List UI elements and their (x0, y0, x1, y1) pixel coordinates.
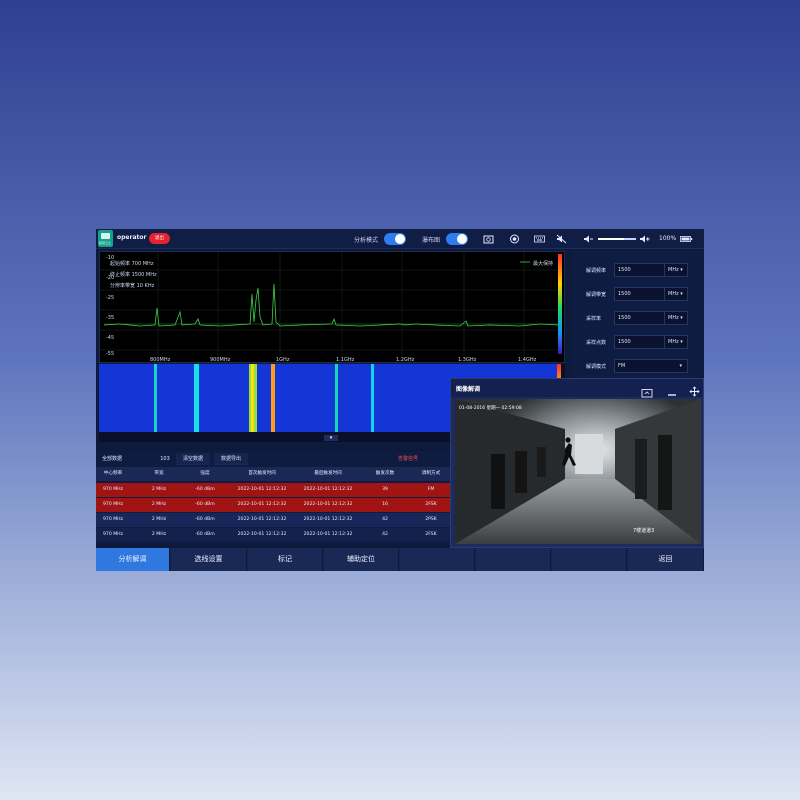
top-bar: 频谱卫士 operator 退出 分析模式 瀑布图 100% (96, 229, 704, 249)
demod-mode-label: 解调模式 (586, 364, 607, 370)
demod-bw-input[interactable]: 1500 (614, 287, 666, 301)
waterfall-label: 瀑布图 (422, 237, 441, 244)
screenshot-icon[interactable] (483, 234, 494, 244)
battery-icon (680, 234, 693, 244)
keyboard-icon[interactable] (534, 234, 545, 244)
x-tick: 1.1GHz (336, 357, 355, 363)
sample-points-label: 采样点数 (586, 340, 607, 346)
bottom-nav: 分析解调 选线设置 标记 辅助定位 返回 (96, 548, 704, 571)
stop-freq-label: 终止频率 1500 MHz (110, 272, 157, 278)
table-row[interactable]: 970 MHz 2 MHz -60 dBm 2022-10-01 12:12:32 20… (96, 498, 451, 512)
analysis-mode-toggle[interactable] (384, 233, 406, 245)
x-tick: 800MHz (150, 357, 171, 363)
demod-freq-input[interactable]: 1500 (614, 263, 666, 277)
sample-rate-unit-select[interactable]: MHz ▾ (664, 311, 688, 325)
volume-up-icon[interactable] (639, 234, 650, 244)
demod-freq-unit-select[interactable]: MHz ▾ (664, 263, 688, 277)
demod-settings-panel: 解调频率 1500 MHz ▾ 解调带宽 1500 MHz ▾ 采样率 1500… (572, 251, 704, 381)
surveillance-video: 01-08-2016 星期一 02:59:08 7楼道道3 (455, 399, 701, 544)
sample-rate-label: 采样率 (586, 316, 602, 322)
tab-marker[interactable]: 标记 (248, 548, 323, 571)
data-count: 103 (160, 456, 170, 462)
image-demod-window: 图像解调 01-08-2016 星期一 02:59:08 7楼道道3 (450, 378, 704, 548)
x-tick: 1.3GHz (458, 357, 477, 363)
all-data-tab[interactable]: 全部数据 (102, 453, 142, 465)
y-tick: -55 (106, 351, 115, 357)
tab-empty-2[interactable] (476, 548, 551, 571)
spectrum-chart[interactable]: -10 -20 -25 -35 -45 -55 起始频率 700 MHz 终止频… (99, 251, 565, 363)
demod-bw-label: 解调带宽 (586, 292, 607, 298)
sample-points-unit-select[interactable]: MHz ▾ (664, 335, 688, 349)
tab-analysis-demod[interactable]: 分析解调 (96, 548, 170, 571)
clear-data-button[interactable]: 清空数据 (176, 453, 210, 465)
video-caption: 7楼道道3 (633, 528, 655, 534)
tab-empty-3[interactable] (552, 548, 627, 571)
snapshot-icon[interactable] (641, 383, 653, 398)
alarm-signal-tab[interactable]: 告警信号 (388, 453, 428, 465)
spectrum-plot (100, 252, 562, 356)
x-tick: 1.4GHz (518, 357, 537, 363)
tab-empty-1[interactable] (400, 548, 475, 571)
volume-slider[interactable] (598, 238, 636, 240)
popup-title: 图像解调 (456, 386, 481, 393)
battery-level: 100% (659, 235, 677, 242)
collapse-handle[interactable]: ▾ (324, 435, 338, 441)
x-tick: 900MHz (210, 357, 231, 363)
sample-points-input[interactable]: 1500 (614, 335, 666, 349)
signal-table: 全部数据 103 清空数据 数据导出 告警信号 中心频率 带宽 强度 首次触发时… (96, 451, 451, 545)
y-tick: -35 (106, 315, 115, 321)
record-icon[interactable] (509, 234, 520, 244)
app-logo: 频谱卫士 (98, 230, 113, 247)
table-row[interactable]: 970 MHz 2 MHz -60 dBm 2022-10-01 12:12:32 20… (96, 513, 451, 527)
demod-freq-label: 解调频率 (586, 268, 607, 274)
tab-line-settings[interactable]: 选线设置 (171, 548, 247, 571)
corridor-image (455, 399, 701, 544)
tab-aux-location[interactable]: 辅助定位 (324, 548, 399, 571)
y-tick: -25 (106, 295, 115, 301)
table-row[interactable]: 970 MHz 2 MHz -60 dBm 2022-10-01 12:12:32 20… (96, 528, 451, 542)
sample-rate-input[interactable]: 1500 (614, 311, 666, 325)
table-row[interactable]: 970 MHz 2 MHz -60 dBm 2022-10-01 12:12:32 20… (96, 483, 451, 497)
start-freq-label: 起始频率 700 MHz (110, 261, 154, 267)
x-tick: 1.2GHz (396, 357, 415, 363)
username: operator (117, 234, 147, 241)
waterfall-toggle[interactable] (446, 233, 468, 245)
volume-down-icon[interactable] (583, 234, 594, 244)
demod-mode-select[interactable]: FM ▾ (614, 359, 688, 373)
x-tick: 1GHz (276, 357, 290, 363)
move-icon[interactable] (689, 382, 700, 397)
back-button[interactable]: 返回 (628, 548, 704, 571)
video-timestamp: 01-08-2016 星期一 02:59:08 (459, 406, 522, 411)
popup-header[interactable]: 图像解调 (451, 379, 703, 398)
legend-max-hold: 最大保持 (533, 261, 554, 267)
logout-button[interactable]: 退出 (149, 233, 170, 244)
analysis-mode-label: 分析模式 (354, 237, 379, 244)
mute-icon[interactable] (556, 234, 567, 244)
table-header: 中心频率 带宽 强度 首次触发时间 最后触发时间 触发次数 调制方式 (96, 467, 451, 481)
y-tick: -45 (106, 335, 115, 341)
rbw-label: 分辨率带宽 10 KHz (110, 283, 155, 289)
demod-bw-unit-select[interactable]: MHz ▾ (664, 287, 688, 301)
export-data-button[interactable]: 数据导出 (214, 453, 248, 465)
minimize-icon[interactable] (667, 383, 677, 396)
